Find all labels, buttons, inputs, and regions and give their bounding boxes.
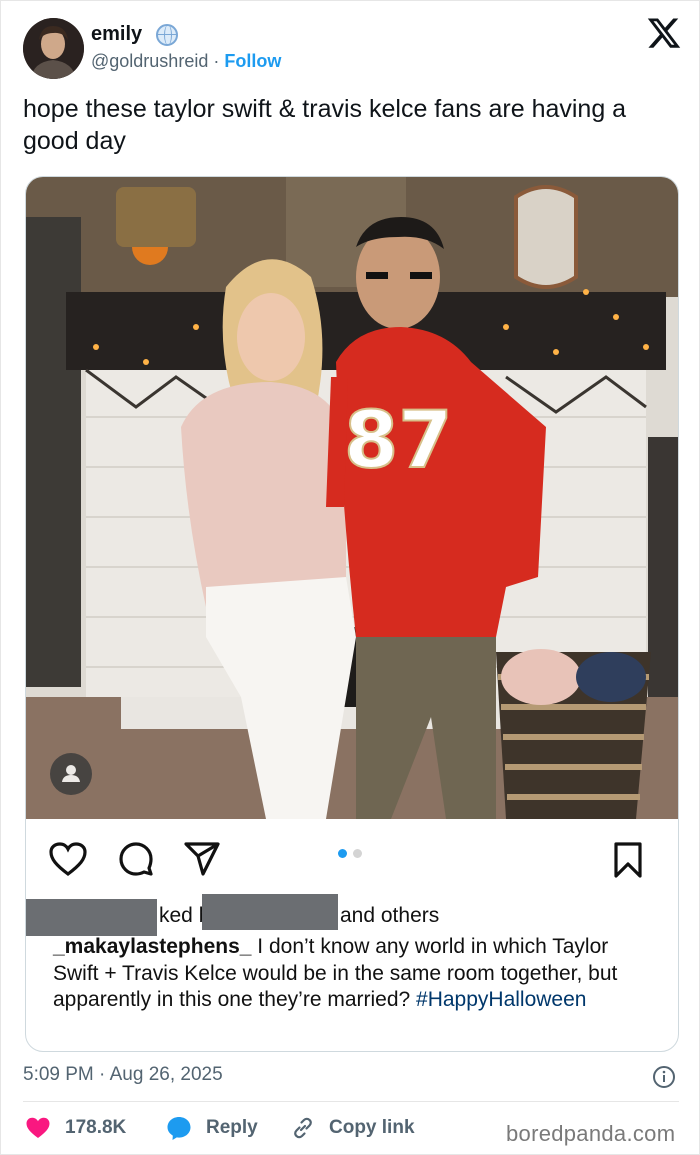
tweet-timestamp[interactable]: 5:09 PM · Aug 26, 2025 xyxy=(23,1064,223,1086)
timestamp-separator: · xyxy=(99,1064,106,1085)
liked-by-suffix[interactable]: and others xyxy=(340,904,439,928)
post-photo[interactable]: 87 xyxy=(26,177,678,819)
heart-icon xyxy=(26,1117,50,1138)
comment-icon[interactable] xyxy=(118,841,154,877)
bookmark-icon[interactable] xyxy=(612,841,644,879)
jersey-number: 87 xyxy=(344,396,453,486)
like-button[interactable]: 178.8K xyxy=(25,1114,126,1142)
copy-link-button[interactable]: Copy link xyxy=(291,1114,415,1142)
post-caption: _makaylastephens_ I don’t know any world… xyxy=(53,934,653,1014)
watermark: boredpanda.com xyxy=(506,1121,676,1146)
caption-hashtag[interactable]: #HappyHalloween xyxy=(416,988,586,1011)
liked-by-and-others[interactable]: and others xyxy=(340,904,439,927)
share-icon[interactable] xyxy=(183,841,221,877)
link-icon xyxy=(294,1117,312,1139)
reply-icon xyxy=(167,1117,191,1140)
follow-button[interactable]: Follow xyxy=(224,51,281,71)
author-handle-line: @goldrushreid · Follow xyxy=(91,51,281,72)
redacted-block xyxy=(26,899,157,936)
embedded-instagram-post[interactable]: 87 ked b and others _makaylastephens_ I … xyxy=(25,176,679,1052)
tweet-card: emily @goldrushreid · Follow hope these … xyxy=(0,0,700,1155)
caption-username[interactable]: _makaylastephens_ xyxy=(53,935,251,958)
heart-icon[interactable] xyxy=(48,841,88,877)
carousel-dot-active xyxy=(338,849,347,858)
handle-separator: · xyxy=(213,51,220,71)
x-logo-icon[interactable] xyxy=(646,15,682,51)
carousel-dot xyxy=(353,849,362,858)
reply-label: Reply xyxy=(206,1117,258,1138)
tweet-text: hope these taylor swift & travis kelce f… xyxy=(23,95,627,155)
like-count: 178.8K xyxy=(65,1117,127,1138)
carousel-dots xyxy=(338,849,368,859)
reply-button[interactable]: Reply xyxy=(166,1114,258,1142)
author-handle[interactable]: @goldrushreid xyxy=(91,51,208,71)
divider xyxy=(23,1101,679,1102)
tweet-time[interactable]: 5:09 PM xyxy=(23,1064,94,1085)
author-name[interactable]: emily xyxy=(91,23,142,46)
globe-icon xyxy=(156,24,178,46)
copy-link-label: Copy link xyxy=(329,1117,415,1138)
avatar[interactable] xyxy=(23,18,84,79)
redacted-block xyxy=(202,894,338,930)
instagram-action-bar xyxy=(26,829,678,879)
info-icon[interactable] xyxy=(652,1065,676,1089)
liked-by-line: ked b and others xyxy=(26,894,678,936)
user-tag-icon[interactable] xyxy=(50,753,92,795)
tweet-date[interactable]: Aug 26, 2025 xyxy=(110,1064,223,1085)
